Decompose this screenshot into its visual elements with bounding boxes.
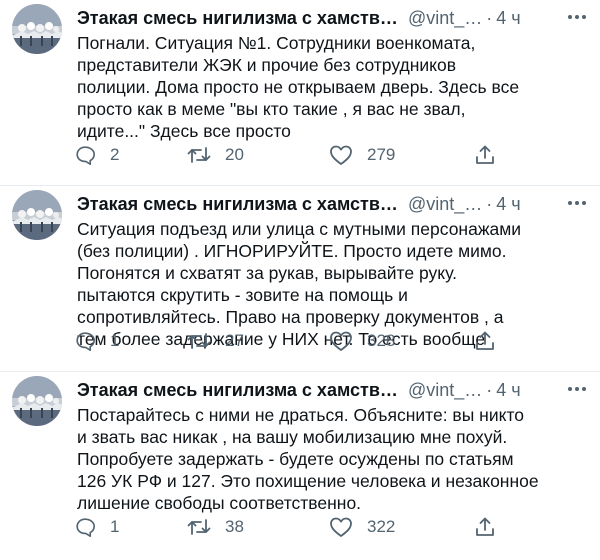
reply-count: 2	[110, 145, 120, 164]
avatar-image	[12, 190, 62, 240]
separator: ·	[486, 193, 493, 214]
tweet[interactable]: Этакая смесь нигилизма с хамств… @vint_……	[0, 186, 600, 372]
avatar[interactable]	[12, 190, 62, 240]
more-options-icon	[568, 15, 586, 19]
tweet-header: Этакая смесь нигилизма с хамств… @vint_……	[77, 378, 588, 402]
tweet-text: Погнали. Ситуация №1. Сотрудники военком…	[77, 33, 520, 141]
avatar[interactable]	[12, 4, 62, 54]
like-count: 279	[367, 145, 396, 164]
retweet-button[interactable]: 38	[187, 515, 244, 539]
share-button[interactable]	[474, 329, 496, 353]
tweet[interactable]: Этакая смесь нигилизма с хамств… @vint_……	[0, 372, 600, 560]
share-button[interactable]	[474, 515, 496, 539]
share-icon	[476, 331, 494, 350]
timestamp[interactable]: 4 ч	[496, 380, 520, 401]
like-button[interactable]: 322	[329, 515, 395, 539]
reply-count: 1	[110, 517, 120, 536]
heart-icon	[330, 145, 352, 165]
retweet-icon	[187, 519, 211, 535]
more-options-button[interactable]	[566, 10, 588, 24]
share-icon	[476, 145, 494, 164]
retweet-icon	[187, 333, 211, 349]
reply-button[interactable]: 1	[74, 515, 119, 539]
more-options-icon	[568, 201, 586, 205]
tweet-thread: Этакая смесь нигилизма с хамств… @vint_……	[0, 0, 600, 560]
share-button[interactable]	[474, 143, 496, 167]
author-handle[interactable]: @vint_…	[408, 194, 482, 215]
author-name[interactable]: Этакая смесь нигилизма с хамств…	[77, 8, 398, 29]
separator: ·	[486, 379, 493, 400]
heart-icon	[330, 517, 352, 537]
tweet-actions: 1 38 322	[74, 515, 524, 539]
share-icon	[476, 517, 494, 536]
retweet-count: 27	[225, 331, 244, 350]
tweet-header: Этакая смесь нигилизма с хамств… @vint_……	[77, 6, 588, 30]
author-handle[interactable]: @vint_…	[408, 8, 482, 29]
retweet-button[interactable]: 20	[187, 143, 244, 167]
like-count: 322	[367, 517, 396, 536]
avatar[interactable]	[12, 376, 62, 426]
more-options-icon	[568, 387, 586, 391]
heart-icon	[330, 331, 352, 351]
more-options-button[interactable]	[566, 382, 588, 396]
like-count: 328	[367, 331, 396, 350]
timestamp[interactable]: 4 ч	[496, 194, 520, 215]
author-name[interactable]: Этакая смесь нигилизма с хамств…	[77, 194, 398, 215]
retweet-count: 20	[225, 145, 244, 164]
reply-icon	[76, 146, 95, 165]
retweet-icon	[187, 147, 211, 163]
reply-count: 1	[110, 331, 120, 350]
timestamp[interactable]: 4 ч	[496, 8, 520, 29]
tweet-actions: 2 20 279	[74, 143, 524, 167]
reply-button[interactable]: 2	[74, 143, 119, 167]
retweet-button[interactable]: 27	[187, 329, 244, 353]
author-handle[interactable]: @vint_…	[408, 380, 482, 401]
reply-icon	[76, 332, 95, 351]
avatar-image	[12, 376, 62, 426]
like-button[interactable]: 328	[329, 329, 395, 353]
like-button[interactable]: 279	[329, 143, 395, 167]
reply-button[interactable]: 1	[74, 329, 119, 353]
avatar-image	[12, 4, 62, 54]
tweet-header: Этакая смесь нигилизма с хамств… @vint_……	[77, 192, 588, 216]
more-options-button[interactable]	[566, 196, 588, 210]
separator: ·	[486, 7, 493, 28]
tweet[interactable]: Этакая смесь нигилизма с хамств… @vint_……	[0, 0, 600, 186]
tweet-text: Постарайтесь с ними не драться. Объяснит…	[77, 405, 539, 513]
reply-icon	[76, 518, 95, 537]
retweet-count: 38	[225, 517, 244, 536]
tweet-actions: 1 27 328	[74, 329, 524, 353]
author-name[interactable]: Этакая смесь нигилизма с хамств…	[77, 380, 398, 401]
